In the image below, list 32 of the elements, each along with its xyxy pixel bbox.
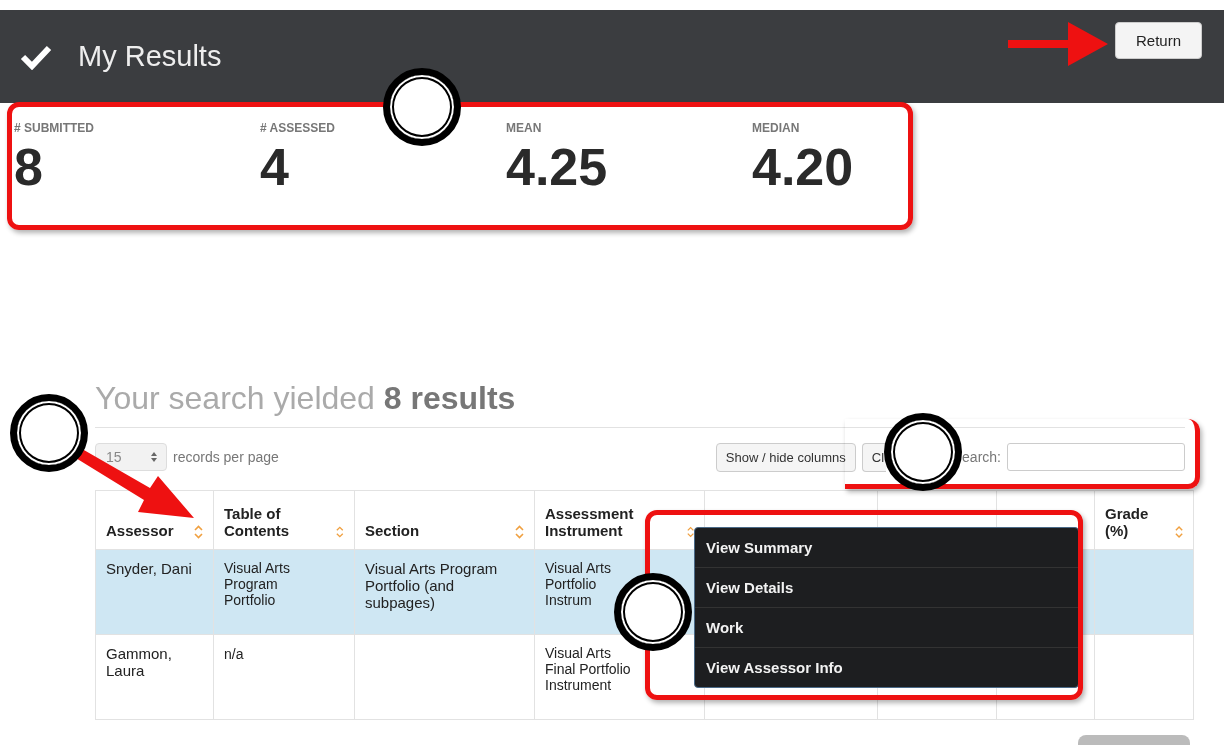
- search-field[interactable]: [1007, 443, 1185, 471]
- table-cell: n/a: [224, 646, 244, 662]
- menu-item[interactable]: Work: [695, 608, 1078, 648]
- stat-value: 8: [14, 139, 43, 197]
- menu-item[interactable]: View Details: [695, 568, 1078, 608]
- column-header[interactable]: Assessor: [95, 490, 214, 550]
- page-size-label: records per page: [173, 449, 279, 465]
- column-header[interactable]: Section: [354, 490, 535, 550]
- table-cell: Snyder, Dani: [106, 560, 192, 577]
- stepper-icon: [150, 450, 158, 464]
- stat-value: 4: [260, 139, 289, 197]
- table-cell: Gammon, Laura: [106, 645, 172, 679]
- menu-item[interactable]: View Assessor Info: [695, 648, 1078, 687]
- stat-label: MEDIAN: [752, 121, 800, 135]
- stat-label: # SUBMITTED: [14, 121, 94, 135]
- table-cell-text: Visual Arts Portfolio Instrum: [545, 560, 612, 608]
- column-header[interactable]: Grade (%): [1094, 490, 1194, 550]
- column-header[interactable]: Table of Contents: [213, 490, 355, 550]
- stat-value: 4.20: [752, 139, 854, 197]
- stat-label: MEAN: [506, 121, 542, 135]
- page-title: My Results: [78, 40, 222, 73]
- toolbar-button[interactable]: Cl: [861, 442, 887, 472]
- table-cell-text: Visual Arts Program Portfolio: [224, 560, 291, 608]
- search-label: earch:: [962, 449, 1001, 465]
- stat-value: 4.25: [506, 139, 608, 197]
- table-cell-text: Visual Arts Final Portfolio Instrument: [545, 645, 632, 693]
- checkmark-icon: [20, 43, 52, 70]
- stat-label: # ASSESSED: [260, 121, 335, 135]
- menu-item[interactable]: View Summary: [695, 528, 1078, 568]
- table-cell: Visual Arts Program Portfolio (and subpages): [365, 560, 498, 611]
- return-button[interactable]: Return: [1114, 22, 1202, 59]
- toolbar-button[interactable]: Show / hide columns: [715, 442, 856, 472]
